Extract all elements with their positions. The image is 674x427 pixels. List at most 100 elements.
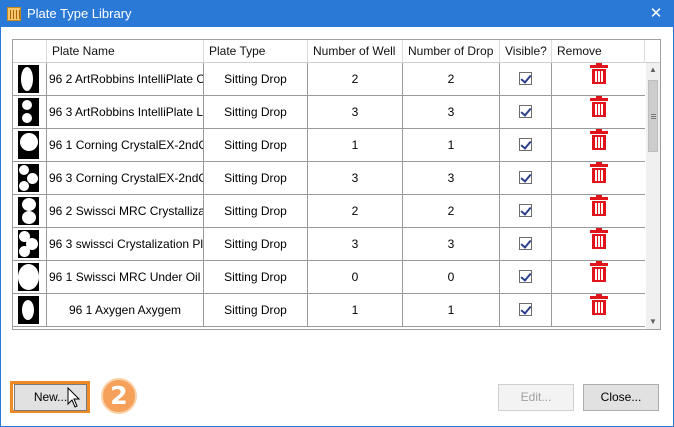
table-row[interactable]: 96 3 swissci Crystalization Pla Sitting D…: [13, 228, 645, 261]
plate-thumbnail: [13, 228, 47, 260]
plate-name-cell[interactable]: 96 1 Swissci MRC Under Oil: [47, 261, 204, 293]
close-button[interactable]: Close...: [583, 384, 659, 411]
header-plate-type[interactable]: Plate Type: [204, 40, 308, 62]
remove-cell: [552, 195, 645, 227]
header-number-of-well[interactable]: Number of Well: [308, 40, 403, 62]
plate-name-cell[interactable]: 96 1 Corning CrystalEX-2ndG: [47, 129, 204, 161]
plate-thumbnail: [13, 129, 47, 161]
number-of-well-cell[interactable]: 2: [308, 63, 403, 95]
table-row[interactable]: 96 1 Swissci MRC Under Oil Sitting Drop 0 0: [13, 261, 645, 294]
trash-icon[interactable]: [589, 63, 608, 95]
number-of-drop-cell[interactable]: 1: [403, 129, 500, 161]
plate-name-cell[interactable]: 96 1 Axygen Axygem: [47, 294, 204, 326]
plate-type-cell[interactable]: Sitting Drop: [204, 63, 308, 95]
number-of-well-cell[interactable]: 0: [308, 261, 403, 293]
visible-checkbox[interactable]: [519, 71, 532, 85]
plate-type-cell[interactable]: Sitting Drop: [204, 195, 308, 227]
number-of-drop-cell[interactable]: 2: [403, 195, 500, 227]
title-bar: Plate Type Library ✕: [1, 1, 673, 27]
plate-layout-icon: [18, 98, 39, 126]
plate-layout-icon: [18, 65, 39, 93]
plate-type-cell[interactable]: Sitting Drop: [204, 96, 308, 128]
trash-icon[interactable]: [589, 129, 608, 161]
number-of-well-cell[interactable]: 3: [308, 228, 403, 260]
plate-type-cell[interactable]: Sitting Drop: [204, 228, 308, 260]
scroll-down-icon[interactable]: ▼: [646, 315, 660, 329]
header-number-of-drop[interactable]: Number of Drop: [403, 40, 500, 62]
remove-cell: [552, 63, 645, 95]
plate-type-library-window: Plate Type Library ✕ Plate Name Plate Ty…: [0, 0, 674, 427]
plate-layout-icon: [18, 230, 39, 258]
number-of-well-cell[interactable]: 2: [308, 195, 403, 227]
visible-checkbox[interactable]: [519, 203, 532, 217]
close-icon[interactable]: ✕: [639, 1, 673, 27]
plate-layout-icon: [18, 296, 39, 324]
visible-checkbox[interactable]: [519, 104, 532, 118]
header-image: [13, 40, 47, 62]
table-row[interactable]: 96 2 ArtRobbins IntelliPlate C Sitting Dr…: [13, 63, 645, 96]
table-row[interactable]: 96 1 Corning CrystalEX-2ndG Sitting Drop 1…: [13, 129, 645, 162]
number-of-drop-cell[interactable]: 3: [403, 228, 500, 260]
visible-checkbox[interactable]: [519, 236, 532, 250]
number-of-drop-cell[interactable]: 3: [403, 96, 500, 128]
mouse-cursor-icon: [67, 387, 81, 408]
trash-icon[interactable]: [589, 162, 608, 194]
visible-checkbox[interactable]: [519, 302, 532, 316]
table-row[interactable]: 96 3 Corning CrystalEX-2ndG Sitting Drop 3…: [13, 162, 645, 195]
plate-name-cell[interactable]: 96 3 ArtRobbins IntelliPlate L: [47, 96, 204, 128]
visible-cell: [500, 129, 552, 161]
plate-name-cell[interactable]: 96 3 Corning CrystalEX-2ndG: [47, 162, 204, 194]
trash-icon[interactable]: [589, 294, 608, 326]
visible-cell: [500, 294, 552, 326]
edit-button[interactable]: Edit...: [498, 384, 574, 411]
header-plate-name[interactable]: Plate Name: [47, 40, 204, 62]
plate-thumbnail: [13, 195, 47, 227]
plate-layout-icon: [18, 263, 39, 291]
remove-cell: [552, 129, 645, 161]
plate-type-cell[interactable]: Sitting Drop: [204, 162, 308, 194]
table-row[interactable]: 96 1 Axygen Axygem Sitting Drop 1 1: [13, 294, 645, 327]
remove-cell: [552, 228, 645, 260]
number-of-drop-cell[interactable]: 3: [403, 162, 500, 194]
grid-header: Plate Name Plate Type Number of Well Num…: [13, 40, 660, 63]
trash-icon[interactable]: [589, 261, 608, 293]
remove-cell: [552, 96, 645, 128]
vertical-scrollbar[interactable]: ▲ ▼: [646, 63, 660, 329]
number-of-well-cell[interactable]: 1: [308, 129, 403, 161]
visible-checkbox[interactable]: [519, 137, 532, 151]
header-remove[interactable]: Remove: [552, 40, 645, 62]
table-row[interactable]: 96 3 ArtRobbins IntelliPlate L Sitting Dr…: [13, 96, 645, 129]
remove-cell: [552, 261, 645, 293]
number-of-drop-cell[interactable]: 1: [403, 294, 500, 326]
header-visible[interactable]: Visible?: [500, 40, 552, 62]
plate-type-cell[interactable]: Sitting Drop: [204, 294, 308, 326]
number-of-well-cell[interactable]: 1: [308, 294, 403, 326]
plate-icon: [7, 7, 21, 21]
visible-cell: [500, 96, 552, 128]
number-of-drop-cell[interactable]: 2: [403, 63, 500, 95]
number-of-well-cell[interactable]: 3: [308, 162, 403, 194]
number-of-drop-cell[interactable]: 0: [403, 261, 500, 293]
visible-cell: [500, 228, 552, 260]
scrollbar-thumb[interactable]: [648, 80, 658, 152]
visible-checkbox[interactable]: [519, 269, 532, 283]
trash-icon[interactable]: [589, 195, 608, 227]
plate-type-cell[interactable]: Sitting Drop: [204, 261, 308, 293]
plate-name-cell[interactable]: 96 2 ArtRobbins IntelliPlate C: [47, 63, 204, 95]
plate-thumbnail: [13, 162, 47, 194]
plate-layout-icon: [18, 197, 39, 225]
visible-cell: [500, 195, 552, 227]
number-of-well-cell[interactable]: 3: [308, 96, 403, 128]
plate-type-cell[interactable]: Sitting Drop: [204, 129, 308, 161]
plate-thumbnail: [13, 96, 47, 128]
visible-checkbox[interactable]: [519, 170, 532, 184]
table-row[interactable]: 96 2 Swissci MRC Crystallizat Sitting Dro…: [13, 195, 645, 228]
trash-icon[interactable]: [589, 96, 608, 128]
plate-type-grid: Plate Name Plate Type Number of Well Num…: [12, 39, 661, 330]
plate-name-cell[interactable]: 96 3 swissci Crystalization Pla: [47, 228, 204, 260]
scroll-up-icon[interactable]: ▲: [646, 63, 660, 77]
plate-name-cell[interactable]: 96 2 Swissci MRC Crystallizat: [47, 195, 204, 227]
remove-cell: [552, 162, 645, 194]
plate-layout-icon: [18, 164, 39, 192]
trash-icon[interactable]: [589, 228, 608, 260]
